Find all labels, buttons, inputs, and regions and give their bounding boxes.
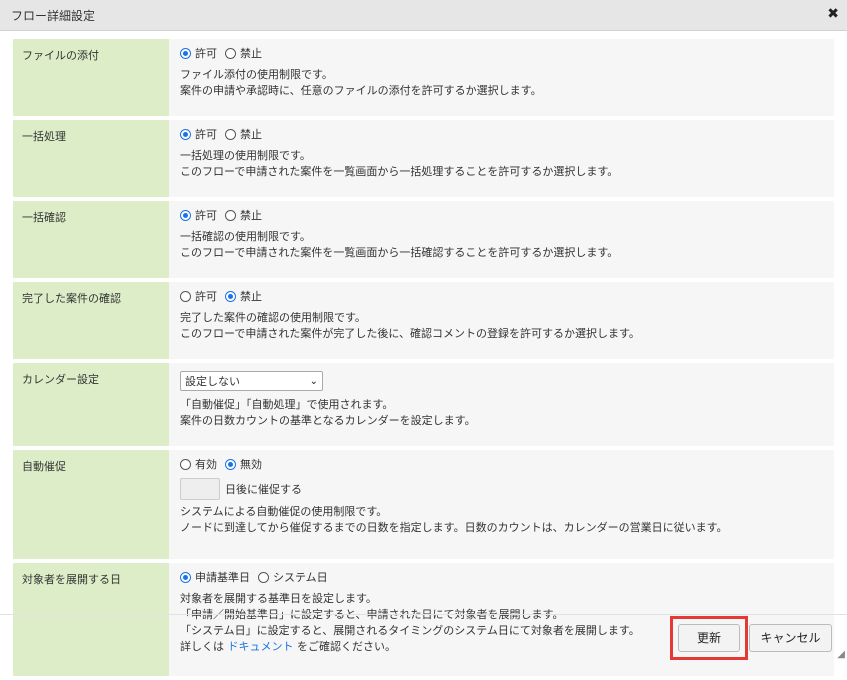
- setting-value: 申請基準日 システム日 対象者を展開する基準日を設定します。 「申請／開始基準日…: [169, 563, 834, 676]
- radio-label[interactable]: 禁止: [240, 126, 262, 142]
- radio-group-auto-remind: 有効 無効: [180, 456, 826, 472]
- description: 「申請／開始基準日」に設定すると、申請された日にて対象者を展開します。: [180, 608, 564, 621]
- setting-value: 許可 禁止 一括処理の使用制限です。 このフローで申請された案件を一覧画面から一…: [169, 120, 834, 197]
- setting-label: 一括確認: [13, 201, 169, 278]
- description: 一括処理の使用制限です。: [180, 149, 311, 162]
- radio-attachment-deny[interactable]: [225, 47, 236, 59]
- resize-grip-icon[interactable]: ◢: [837, 649, 845, 660]
- description: 対象者を展開する基準日を設定します。: [180, 592, 377, 605]
- setting-label: 自動催促: [13, 450, 169, 559]
- setting-row-auto-remind: 自動催促 有効 無効 日後に催促する システムによる自動催促の使用制限です。 ノ…: [13, 450, 834, 559]
- radio-group-bulk-confirm: 許可 禁止: [180, 207, 826, 223]
- dialog-titlebar: フロー詳細設定 ✖: [0, 0, 847, 31]
- setting-label: カレンダー設定: [13, 363, 169, 446]
- radio-target-expand-apply-date[interactable]: [180, 571, 191, 583]
- radio-label[interactable]: 無効: [240, 456, 262, 472]
- cancel-button[interactable]: キャンセル: [749, 624, 832, 652]
- document-link[interactable]: ドキュメント: [228, 640, 294, 653]
- description: 案件の日数カウントの基準となるカレンダーを設定します。: [180, 414, 476, 427]
- update-button[interactable]: 更新: [678, 624, 740, 652]
- description: このフローで申請された案件を一覧画面から一括処理することを許可するか選択します。: [180, 165, 619, 178]
- setting-row-target-expand: 対象者を展開する日 申請基準日 システム日 対象者を展開する基準日を設定します。…: [13, 563, 834, 676]
- radio-label[interactable]: 許可: [195, 45, 217, 61]
- radio-bulk-process-allow[interactable]: [180, 128, 191, 140]
- radio-bulk-confirm-allow[interactable]: [180, 209, 191, 221]
- radio-auto-remind-disable[interactable]: [225, 458, 236, 470]
- description-suffix: をご確認ください。: [293, 640, 396, 653]
- radio-target-expand-system-date[interactable]: [258, 571, 269, 583]
- remind-days-suffix: 日後に催促する: [225, 483, 302, 496]
- radio-completed-confirm-allow[interactable]: [180, 290, 191, 302]
- radio-group-target-expand: 申請基準日 システム日: [180, 569, 826, 585]
- setting-label: 完了した案件の確認: [13, 282, 169, 359]
- calendar-select[interactable]: 設定しない ⌄: [180, 371, 323, 391]
- setting-value: 設定しない ⌄ 「自動催促」「自動処理」で使用されます。 案件の日数カウントの基…: [169, 363, 834, 446]
- description-prefix: 詳しくは: [180, 640, 228, 653]
- radio-label[interactable]: 禁止: [240, 288, 262, 304]
- chevron-down-icon: ⌄: [309, 375, 318, 387]
- radio-label[interactable]: 申請基準日: [195, 569, 250, 585]
- radio-completed-confirm-deny[interactable]: [225, 290, 236, 302]
- radio-label[interactable]: 禁止: [240, 207, 262, 223]
- dialog-title: フロー詳細設定: [11, 9, 96, 23]
- setting-label: 一括処理: [13, 120, 169, 197]
- calendar-select-value: 設定しない: [185, 375, 240, 388]
- radio-auto-remind-enable[interactable]: [180, 458, 191, 470]
- description: 完了した案件の確認の使用制限です。: [180, 311, 366, 324]
- radio-label[interactable]: 許可: [195, 288, 217, 304]
- description: ノードに到達してから催促するまでの日数を指定します。日数のカウントは、カレンダー…: [180, 521, 728, 534]
- description: このフローで申請された案件を一覧画面から一括確認することを許可するか選択します。: [180, 246, 619, 259]
- radio-label[interactable]: 有効: [195, 456, 217, 472]
- radio-group-attachment: 許可 禁止: [180, 45, 826, 61]
- footer-divider: [0, 614, 847, 615]
- description: 案件の申請や承認時に、任意のファイルの添付を許可するか選択します。: [180, 84, 542, 97]
- radio-attachment-allow[interactable]: [180, 47, 191, 59]
- radio-label[interactable]: 許可: [195, 126, 217, 142]
- description: 一括確認の使用制限です。: [180, 230, 311, 243]
- radio-group-completed-confirm: 許可 禁止: [180, 288, 826, 304]
- setting-row-calendar: カレンダー設定 設定しない ⌄ 「自動催促」「自動処理」で使用されます。 案件の…: [13, 363, 834, 446]
- description: システムによる自動催促の使用制限です。: [180, 505, 388, 518]
- description: ファイル添付の使用制限です。: [180, 68, 333, 81]
- radio-bulk-confirm-deny[interactable]: [225, 209, 236, 221]
- setting-value: 有効 無効 日後に催促する システムによる自動催促の使用制限です。 ノードに到達…: [169, 450, 834, 559]
- close-icon[interactable]: ✖: [827, 6, 839, 22]
- radio-label[interactable]: 禁止: [240, 45, 262, 61]
- radio-group-bulk-process: 許可 禁止: [180, 126, 826, 142]
- remind-days-input[interactable]: [180, 478, 220, 500]
- description: このフローで申請された案件が完了した後に、確認コメントの登録を許可するか選択しま…: [180, 327, 640, 340]
- radio-label[interactable]: 許可: [195, 207, 217, 223]
- remind-days-line: 日後に催促する: [180, 478, 826, 500]
- settings-table: ファイルの添付 許可 禁止 ファイル添付の使用制限です。 案件の申請や承認時に、…: [13, 35, 834, 680]
- setting-row-completed-confirm: 完了した案件の確認 許可 禁止 完了した案件の確認の使用制限です。 このフローで…: [13, 282, 834, 359]
- setting-label: ファイルの添付: [13, 39, 169, 116]
- setting-value: 許可 禁止 ファイル添付の使用制限です。 案件の申請や承認時に、任意のファイルの…: [169, 39, 834, 116]
- setting-value: 許可 禁止 完了した案件の確認の使用制限です。 このフローで申請された案件が完了…: [169, 282, 834, 359]
- setting-row-bulk-process: 一括処理 許可 禁止 一括処理の使用制限です。 このフローで申請された案件を一覧…: [13, 120, 834, 197]
- setting-row-attachment: ファイルの添付 許可 禁止 ファイル添付の使用制限です。 案件の申請や承認時に、…: [13, 39, 834, 116]
- radio-label[interactable]: システム日: [273, 569, 328, 585]
- description: 「自動催促」「自動処理」で使用されます。: [180, 398, 394, 411]
- setting-value: 許可 禁止 一括確認の使用制限です。 このフローで申請された案件を一覧画面から一…: [169, 201, 834, 278]
- setting-label: 対象者を展開する日: [13, 563, 169, 676]
- radio-bulk-process-deny[interactable]: [225, 128, 236, 140]
- setting-row-bulk-confirm: 一括確認 許可 禁止 一括確認の使用制限です。 このフローで申請された案件を一覧…: [13, 201, 834, 278]
